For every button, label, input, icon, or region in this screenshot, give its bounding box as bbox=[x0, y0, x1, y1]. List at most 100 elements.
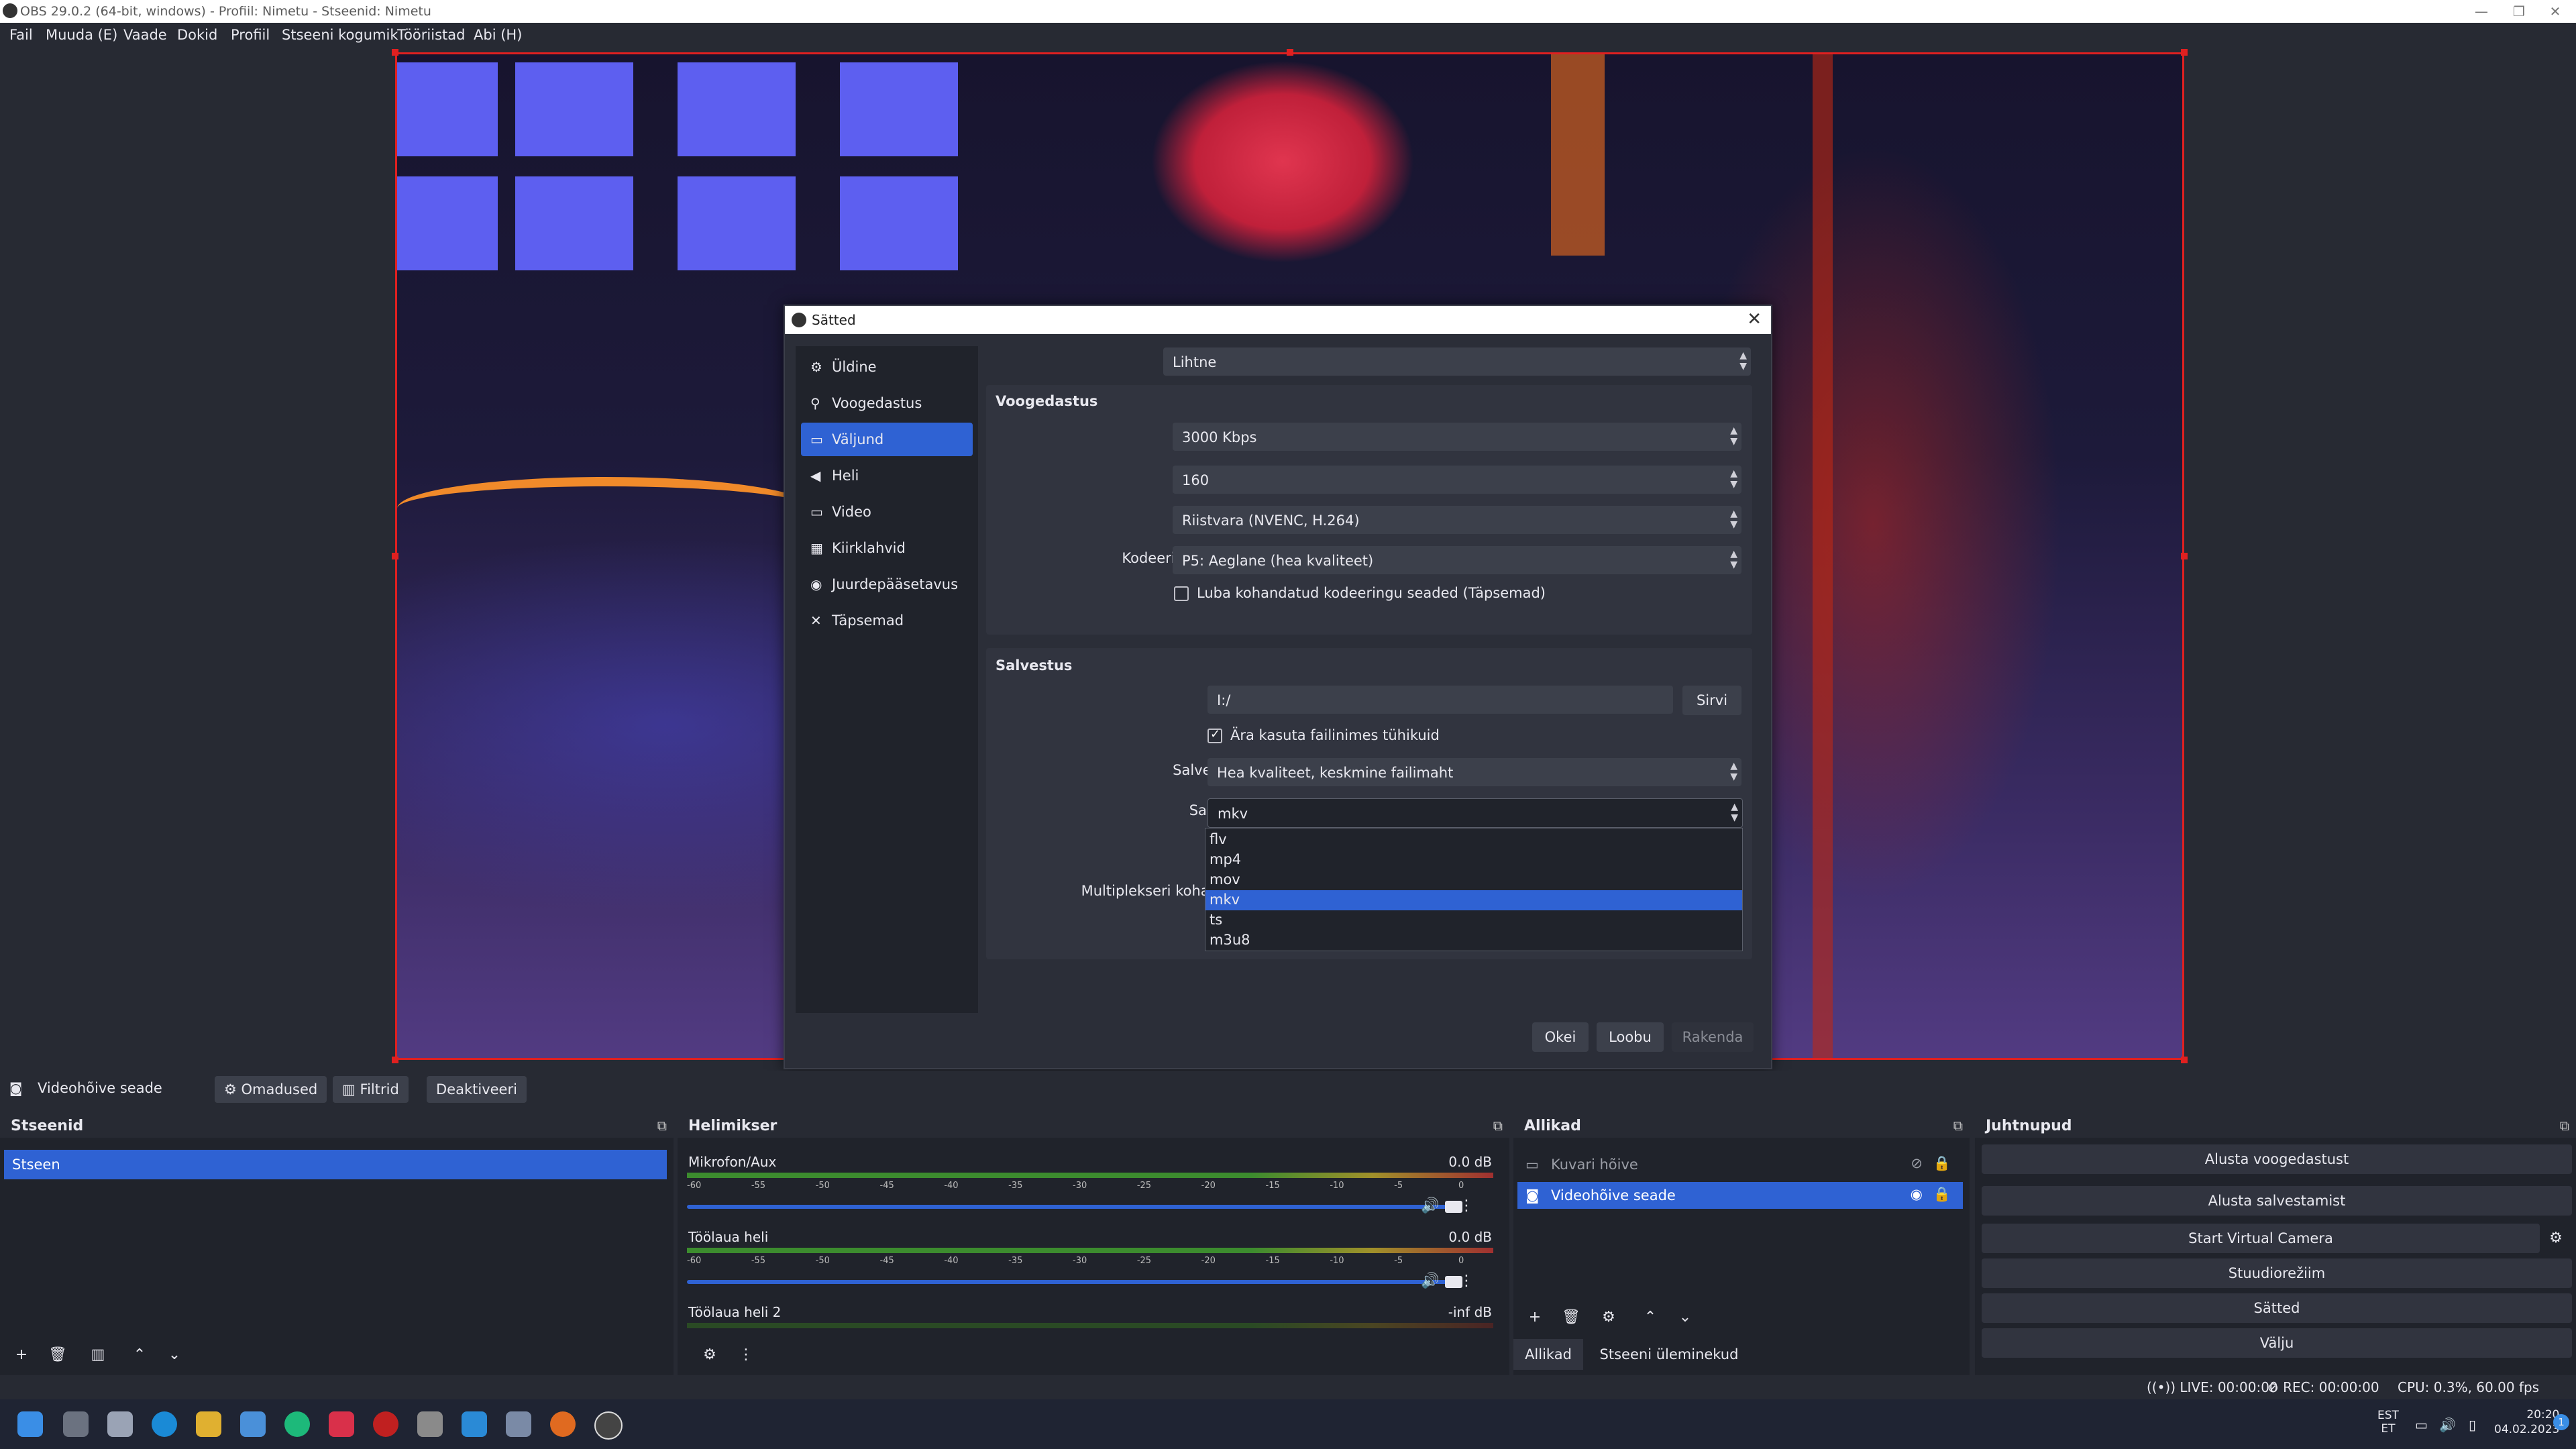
nav-item-accessibility[interactable]: ◉ Juurdepääsetavus bbox=[801, 568, 973, 601]
filter-icon[interactable]: ▥ bbox=[85, 1342, 111, 1368]
start-virtual-camera-button[interactable]: Start Virtual Camera bbox=[1982, 1224, 2540, 1253]
network-icon[interactable]: ▭ bbox=[2415, 1417, 2428, 1433]
encoder-select[interactable]: Riistvara (NVENC, H.264) ▲ ▼ bbox=[1173, 506, 1741, 534]
gear-icon[interactable]: ⚙ bbox=[2542, 1225, 2569, 1252]
source-item[interactable]: ▭ Kuvari hõive ⊘ 🔒 bbox=[1517, 1151, 1963, 1178]
move-up-icon[interactable]: ⌃ bbox=[126, 1342, 153, 1368]
deactivate-button[interactable]: Deaktiveeri bbox=[427, 1076, 527, 1103]
move-up-icon[interactable]: ⌃ bbox=[1637, 1304, 1664, 1331]
studio-mode-button[interactable]: Stuudiorežiim bbox=[1982, 1258, 2572, 1288]
menu-profile[interactable]: Profiil bbox=[231, 27, 270, 43]
exit-button[interactable]: Välju bbox=[1982, 1328, 2572, 1358]
encoder-preset-select[interactable]: P5: Aeglane (hea kvaliteet) ▲ ▼ bbox=[1173, 546, 1741, 574]
ok-button[interactable]: Okei bbox=[1532, 1022, 1589, 1052]
custom-encoder-checkbox[interactable] bbox=[1174, 586, 1189, 601]
more-options-icon[interactable]: ⋮ bbox=[1453, 1268, 1480, 1295]
format-option-mkv[interactable]: mkv bbox=[1205, 890, 1742, 910]
format-option-m3u8[interactable]: m3u8 bbox=[1205, 930, 1742, 951]
clock[interactable]: 20:20 04.02.2023 bbox=[2494, 1407, 2559, 1437]
eye-hidden-icon[interactable]: ⊘ bbox=[1911, 1155, 1923, 1171]
cancel-button[interactable]: Loobu bbox=[1597, 1022, 1664, 1052]
undock-icon[interactable]: ⧉ bbox=[1493, 1118, 1503, 1134]
close-button[interactable]: ✕ bbox=[2540, 1, 2571, 21]
start-recording-button[interactable]: Alusta salvestamist bbox=[1982, 1186, 2572, 1216]
start-icon[interactable] bbox=[17, 1411, 43, 1437]
firefox-icon[interactable] bbox=[550, 1411, 576, 1437]
lock-icon[interactable]: 🔒 bbox=[1933, 1155, 1951, 1172]
nav-item-hotkeys[interactable]: ▦ Kiirklahvid bbox=[801, 531, 973, 565]
gear-icon[interactable]: ⚙ bbox=[696, 1342, 723, 1368]
nav-item-output[interactable]: ▭ Väljund bbox=[801, 423, 973, 456]
recording-path-input[interactable]: I:/ bbox=[1208, 686, 1673, 714]
move-down-icon[interactable]: ⌄ bbox=[1672, 1304, 1699, 1331]
undock-icon[interactable]: ⧉ bbox=[1953, 1118, 1963, 1134]
speaker-icon[interactable]: 🔊 bbox=[1417, 1193, 1444, 1220]
lock-icon[interactable]: 🔒 bbox=[1933, 1186, 1951, 1203]
undock-icon[interactable]: ⧉ bbox=[657, 1118, 667, 1134]
audio-bitrate-select[interactable]: 160 ▲ ▼ bbox=[1173, 466, 1741, 494]
weather-icon[interactable] bbox=[107, 1411, 133, 1437]
menu-edit[interactable]: Muuda (E) bbox=[46, 27, 117, 43]
format-option-flv[interactable]: flv bbox=[1205, 830, 1742, 850]
tab-sources[interactable]: Allikad bbox=[1513, 1339, 1583, 1370]
spotify-icon[interactable] bbox=[284, 1411, 310, 1437]
maximize-button[interactable]: ❐ bbox=[2504, 1, 2534, 21]
recording-format-select[interactable]: mkv ▲ ▼ bbox=[1208, 798, 1743, 828]
nav-item-advanced[interactable]: ✕ Täpsemad bbox=[801, 604, 973, 637]
menu-docks[interactable]: Dokid bbox=[177, 27, 217, 43]
output-mode-select[interactable]: Lihtne ▲ ▼ bbox=[1163, 347, 1751, 376]
minimize-button[interactable]: — bbox=[2466, 1, 2497, 21]
start-streaming-button[interactable]: Alusta voogedastust bbox=[1982, 1144, 2572, 1174]
add-icon[interactable]: + bbox=[8, 1342, 35, 1368]
volume-slider[interactable] bbox=[687, 1201, 1462, 1213]
keyboard-language[interactable]: EST ET bbox=[2377, 1409, 2399, 1436]
battery-icon[interactable]: ▯ bbox=[2469, 1417, 2476, 1433]
more-options-icon[interactable]: ⋮ bbox=[733, 1342, 759, 1368]
nav-item-audio[interactable]: ◀ Heli bbox=[801, 459, 973, 492]
app-icon[interactable] bbox=[417, 1411, 443, 1437]
notification-icon[interactable]: 1 bbox=[2553, 1414, 2569, 1430]
gear-icon[interactable]: ⚙ bbox=[1595, 1304, 1622, 1331]
properties-button[interactable]: ⚙ Omadused bbox=[215, 1076, 327, 1103]
task-view-icon[interactable] bbox=[63, 1411, 89, 1437]
speaker-icon[interactable]: 🔊 bbox=[1417, 1268, 1444, 1295]
app-icon[interactable] bbox=[462, 1411, 487, 1437]
more-options-icon[interactable]: ⋮ bbox=[1453, 1193, 1480, 1220]
app-icon[interactable] bbox=[506, 1411, 531, 1437]
video-bitrate-spinbox[interactable]: 3000 Kbps ▲ ▼ bbox=[1173, 423, 1741, 451]
undock-icon[interactable]: ⧉ bbox=[2560, 1118, 2569, 1134]
app-icon[interactable] bbox=[373, 1411, 398, 1437]
browse-button[interactable]: Sirvi bbox=[1682, 686, 1741, 715]
obs-icon[interactable] bbox=[594, 1411, 623, 1440]
no-spaces-checkbox[interactable] bbox=[1208, 727, 1222, 743]
volume-slider[interactable] bbox=[687, 1276, 1462, 1288]
volume-icon[interactable]: 🔊 bbox=[2439, 1417, 2456, 1433]
add-icon[interactable]: + bbox=[1521, 1304, 1548, 1331]
menu-help[interactable]: Abi (H) bbox=[474, 27, 522, 43]
format-option-mov[interactable]: mov bbox=[1205, 870, 1742, 890]
app-icon[interactable] bbox=[329, 1411, 354, 1437]
settings-button[interactable]: Sätted bbox=[1982, 1293, 2572, 1323]
trash-icon[interactable]: 🗑 bbox=[44, 1342, 71, 1368]
format-option-ts[interactable]: ts bbox=[1205, 910, 1742, 930]
scene-item[interactable]: Stseen bbox=[4, 1150, 667, 1179]
menu-scene-collection[interactable]: Stseeni kogumik bbox=[282, 27, 398, 43]
menu-view[interactable]: Vaade bbox=[123, 27, 167, 43]
nav-item-streaming[interactable]: ⚲ Voogedastus bbox=[801, 386, 973, 420]
move-down-icon[interactable]: ⌄ bbox=[161, 1342, 188, 1368]
trash-icon[interactable]: 🗑 bbox=[1558, 1304, 1585, 1331]
menu-file[interactable]: Fail bbox=[9, 27, 33, 43]
filters-button[interactable]: ▥ Filtrid bbox=[333, 1076, 409, 1103]
dialog-close-icon[interactable]: ✕ bbox=[1747, 309, 1762, 329]
apply-button[interactable]: Rakenda bbox=[1672, 1022, 1754, 1052]
store-icon[interactable] bbox=[240, 1411, 266, 1437]
tab-scene-transitions[interactable]: Stseeni üleminekud bbox=[1589, 1339, 1750, 1370]
format-option-mp4[interactable]: mp4 bbox=[1205, 850, 1742, 870]
file-explorer-icon[interactable] bbox=[196, 1411, 221, 1437]
nav-item-general[interactable]: ⚙ Üldine bbox=[801, 350, 973, 384]
recording-quality-select[interactable]: Hea kvaliteet, keskmine failimaht ▲ ▼ bbox=[1208, 758, 1741, 786]
eye-icon[interactable]: ◉ bbox=[1911, 1186, 1923, 1202]
source-item-selected[interactable]: ◙ Videohõive seade ◉ 🔒 bbox=[1517, 1182, 1963, 1209]
edge-icon[interactable] bbox=[152, 1411, 177, 1437]
menu-tools[interactable]: Tööriistad bbox=[397, 27, 465, 43]
